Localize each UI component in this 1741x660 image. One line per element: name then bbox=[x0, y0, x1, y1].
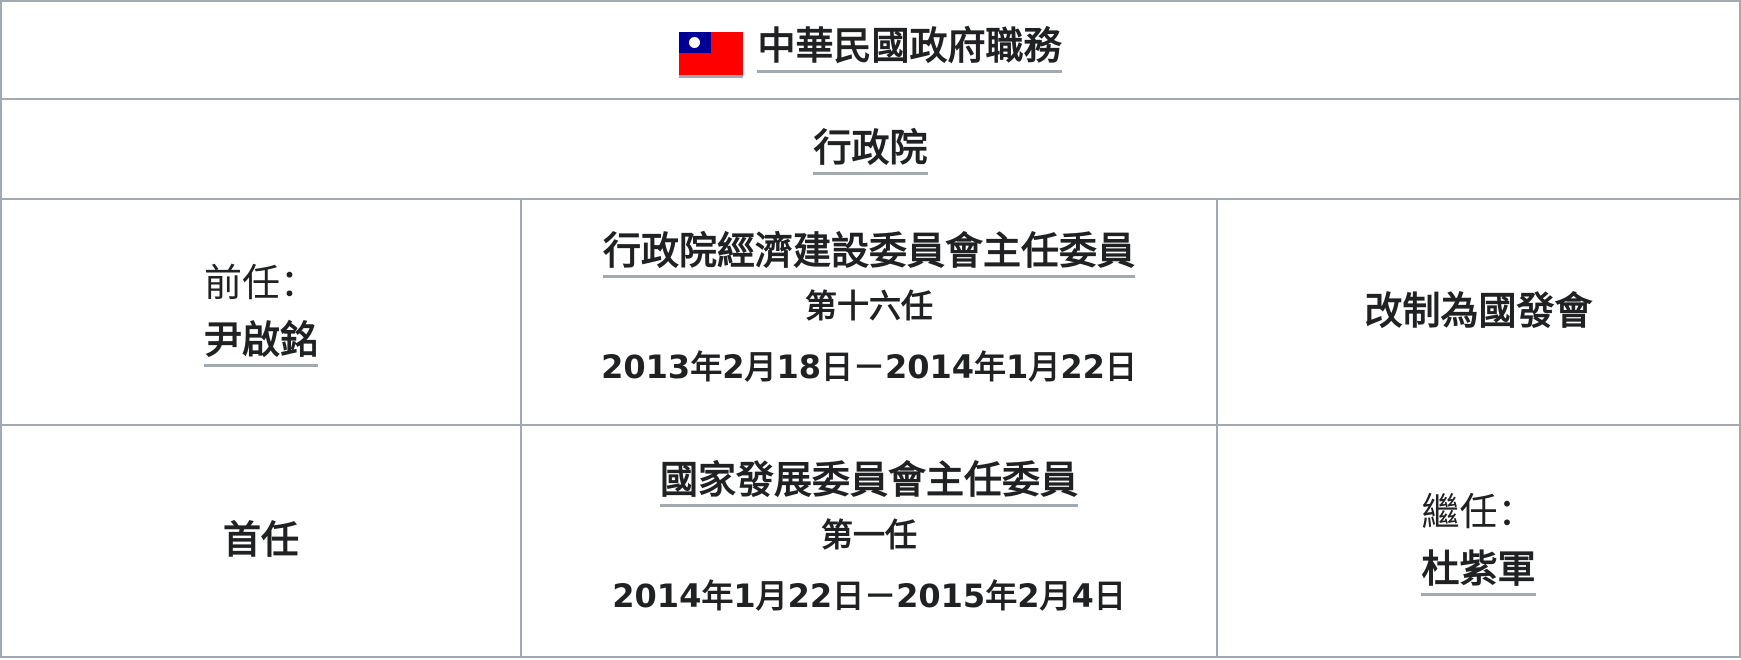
organization-link[interactable]: 行政院 bbox=[813, 126, 928, 176]
table-row: 前任： 尹啟銘 行政院經濟建設委員會主任委員 第十六任 2013年2月18日－2… bbox=[0, 198, 1741, 426]
successor-link[interactable]: 杜紫軍 bbox=[1421, 547, 1536, 596]
term-number: 第十六任 bbox=[804, 286, 933, 325]
flag-icon[interactable] bbox=[679, 31, 744, 78]
predecessor-cell: 前任： 尹啟銘 bbox=[0, 198, 522, 426]
succession-box: 中華民國政府職務 行政院 前任： 尹啟銘 行政院經濟建設委員會主任委員 第十六任… bbox=[0, 0, 1741, 658]
successor-cell: 改制為國發會 bbox=[1216, 198, 1741, 426]
predecessor-link[interactable]: 尹啟銘 bbox=[203, 318, 318, 367]
term-dates: 2014年1月22日－2015年2月4日 bbox=[612, 576, 1126, 615]
term-number: 第一任 bbox=[820, 515, 917, 554]
office-link[interactable]: 行政院經濟建設委員會主任委員 bbox=[602, 228, 1135, 278]
predecessor-text: 首任 bbox=[222, 518, 299, 563]
office-cell: 國家發展委員會主任委員 第一任 2014年1月22日－2015年2月4日 bbox=[520, 424, 1218, 658]
header-cell: 中華民國政府職務 bbox=[0, 0, 1741, 100]
header-title-link[interactable]: 中華民國政府職務 bbox=[757, 24, 1062, 74]
predecessor-cell: 首任 bbox=[0, 424, 522, 658]
successor-cell: 繼任： 杜紫軍 bbox=[1216, 424, 1741, 658]
predecessor-label: 前任： bbox=[203, 260, 318, 305]
term-dates: 2013年2月18日－2014年1月22日 bbox=[601, 347, 1137, 386]
successor-text: 改制為國發會 bbox=[1364, 289, 1593, 334]
office-cell: 行政院經濟建設委員會主任委員 第十六任 2013年2月18日－2014年1月22… bbox=[520, 198, 1218, 426]
table-row: 首任 國家發展委員會主任委員 第一任 2014年1月22日－2015年2月4日 … bbox=[0, 424, 1741, 658]
successor-label: 繼任： bbox=[1421, 489, 1536, 534]
office-link[interactable]: 國家發展委員會主任委員 bbox=[659, 457, 1078, 507]
organization-cell: 行政院 bbox=[0, 98, 1741, 200]
